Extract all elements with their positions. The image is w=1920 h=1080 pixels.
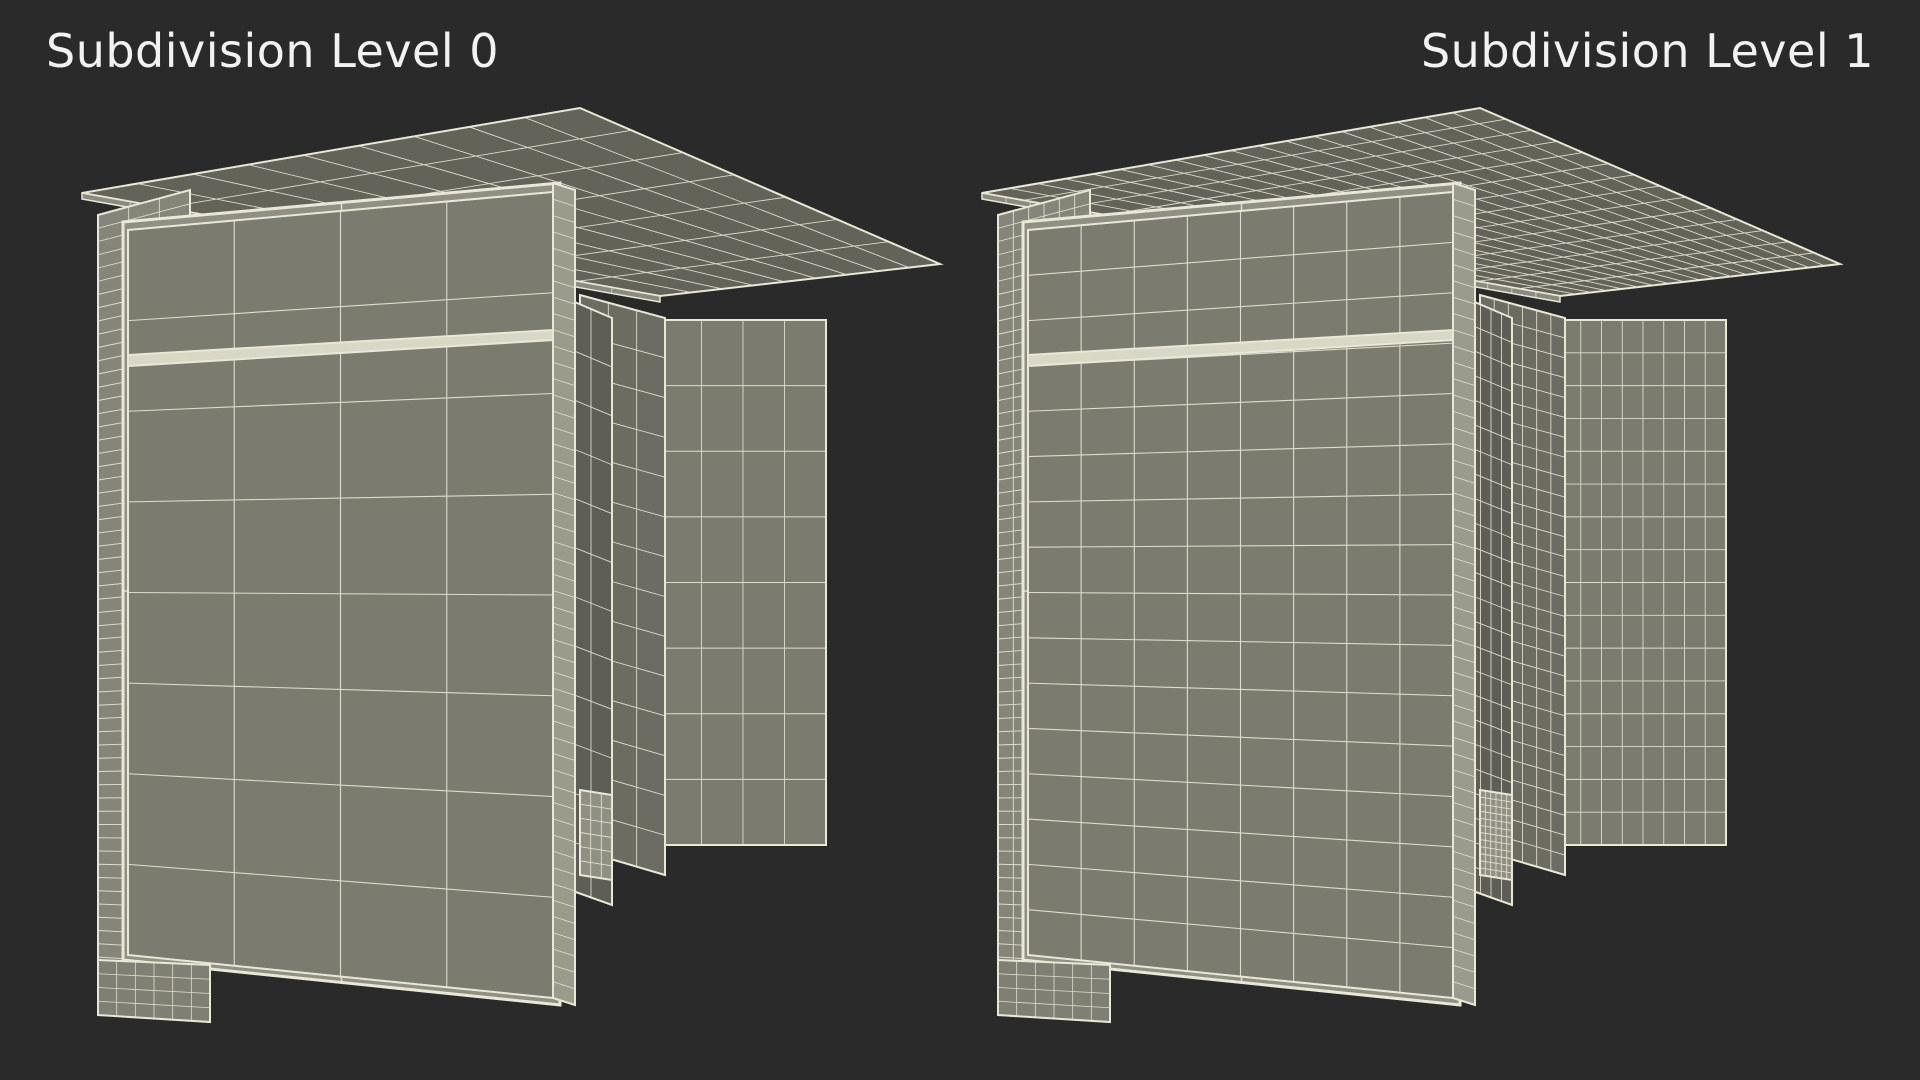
bench-support <box>1479 788 1513 882</box>
bench-support <box>579 788 613 882</box>
front-panel <box>127 190 554 1000</box>
bus-shelter-wireframe-level-1 <box>981 106 1844 1024</box>
front-frame-side <box>1452 181 1476 1007</box>
bus-shelter-wireframe-level-0 <box>81 106 944 1024</box>
front-frame-side <box>552 181 576 1007</box>
foot-block <box>97 958 211 1024</box>
back-glass-panel <box>659 319 827 846</box>
back-glass-panel <box>1559 319 1727 846</box>
foot-block <box>997 958 1111 1024</box>
wireframe-scene <box>81 106 1844 1024</box>
front-panel <box>1027 190 1454 1000</box>
